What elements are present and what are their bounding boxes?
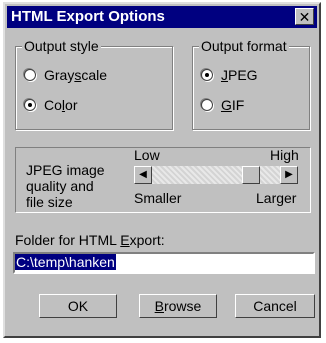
color-radio-option[interactable]: Color: [24, 97, 77, 113]
html-export-options-dialog: HTML Export Options ✕ Output style Grays…: [3, 2, 321, 338]
folder-label: Folder for HTML Export:: [15, 232, 165, 248]
grayscale-radio[interactable]: [24, 69, 36, 81]
quality-label: JPEG image quality and file size: [26, 162, 105, 210]
slider-left-button[interactable]: ◀: [134, 166, 152, 184]
output-style-group: Output style Grayscale Color: [15, 38, 173, 130]
folder-input-value: C:\temp\hanken: [15, 254, 116, 270]
title-bar: HTML Export Options ✕: [7, 6, 317, 28]
color-label: Color: [44, 97, 78, 113]
high-label: High: [270, 147, 299, 163]
larger-label: Larger: [256, 190, 297, 206]
cancel-button[interactable]: Cancel: [235, 294, 315, 318]
jpeg-radio-option[interactable]: JPEG: [201, 67, 258, 83]
grayscale-radio-option[interactable]: Grayscale: [24, 67, 107, 83]
browse-button[interactable]: Browse: [139, 294, 217, 318]
output-format-group: Output format JPEG GIF: [192, 38, 310, 130]
gif-radio-option[interactable]: GIF: [201, 97, 244, 113]
output-style-legend: Output style: [22, 38, 101, 54]
quality-slider-thumb[interactable]: [242, 166, 261, 184]
gif-label: GIF: [221, 97, 245, 113]
jpeg-label: JPEG: [221, 67, 258, 83]
smaller-label: Smaller: [134, 190, 182, 206]
folder-input[interactable]: C:\temp\hanken: [13, 252, 315, 274]
grayscale-label: Grayscale: [44, 67, 108, 83]
quality-box: JPEG image quality and file size Low Hig…: [15, 147, 311, 213]
quality-slider-track[interactable]: [152, 166, 280, 184]
close-button[interactable]: ✕: [295, 8, 314, 25]
ok-button[interactable]: OK: [39, 294, 117, 318]
gif-radio[interactable]: [201, 99, 213, 111]
slider-right-button[interactable]: ▶: [280, 166, 298, 184]
output-format-legend: Output format: [199, 38, 289, 54]
dialog-title: HTML Export Options: [11, 8, 165, 25]
close-icon: ✕: [298, 9, 311, 25]
low-label: Low: [134, 147, 160, 163]
color-radio[interactable]: [24, 99, 36, 111]
jpeg-radio[interactable]: [201, 69, 213, 81]
